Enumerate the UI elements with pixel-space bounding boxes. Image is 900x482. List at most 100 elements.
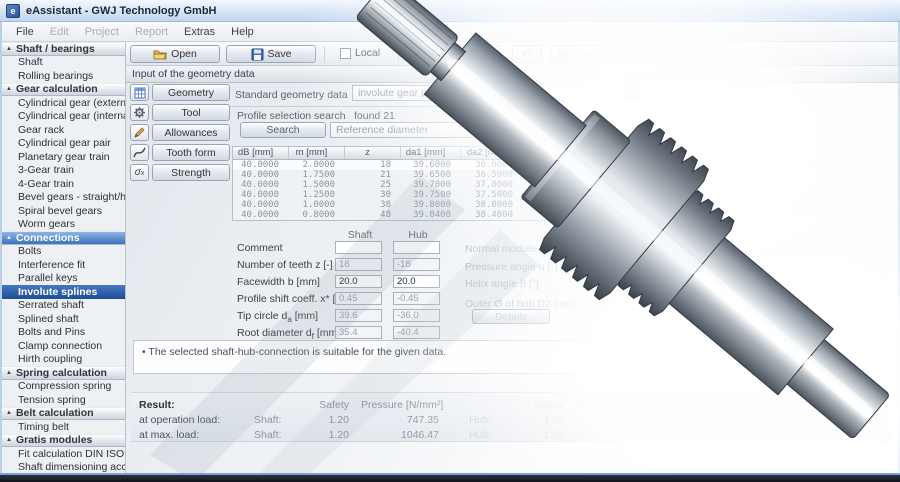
shaft-value-input[interactable]: 18 [335,258,382,271]
sidebar-item[interactable]: ▲ Bolts [2,245,125,259]
sidebar-item[interactable]: ▲ Spring calculation [2,366,125,380]
save-button[interactable]: Save [226,45,316,63]
sidebar-item[interactable]: ▲ Cylindrical gear pair [2,137,125,151]
hub-value-input[interactable]: -36.0 [393,309,440,322]
report-button[interactable]: Report [614,45,674,63]
allowances-icon-button[interactable] [130,124,149,141]
sidebar-item-label: Serrated shaft [18,299,84,311]
sidebar-item[interactable]: ▲ Shaft dimensioning accor... [2,461,125,475]
undo-button[interactable]: ↶ [512,45,542,63]
strength-icon-button[interactable]: σx [130,164,149,181]
col-header[interactable]: z [345,147,401,159]
sidebar-item[interactable]: ▲ Planetary gear train [2,150,125,164]
menu-item[interactable]: File [8,24,42,40]
sidebar-item[interactable]: ▲ Gratis modules [2,434,125,448]
menu-item[interactable]: Report [127,24,176,40]
sidebar-item-label: Gear calculation [16,83,98,95]
table-row[interactable]: 40.0000 1.2500 30 39.7500 37.5000 [233,190,643,200]
sidebar-item[interactable]: ▲ Gear calculation [2,83,125,97]
allowances-button[interactable]: Allowances [152,124,230,141]
options-button[interactable]: Options [682,45,748,63]
tool-button[interactable]: Tool [152,104,230,121]
sidebar-item-label: Parallel keys [18,272,78,284]
hub-value-input[interactable]: -0.45 [393,292,440,305]
sidebar-item[interactable]: ▲ Shaft / bearings [2,42,125,56]
col-header[interactable]: dB [mm] [233,147,289,159]
table-row[interactable]: 40.0000 1.0000 38 39.8000 38.0000 [233,200,643,210]
open-button[interactable]: Open [130,45,220,63]
shaft-value-input[interactable] [335,241,382,254]
standard-profile-value: involute gear profile acc. to DIN 5480 [358,87,531,99]
menu-item[interactable]: Help [223,24,262,40]
hub-value-input[interactable] [393,241,440,254]
sidebar-item[interactable]: ▲ Serrated shaft [2,299,125,313]
cad-button[interactable]: CAD [550,45,606,63]
col-header[interactable]: da1 [mm] [401,147,461,159]
hub-value-input[interactable]: -40.4 [393,326,440,339]
sidebar-item-label: Connections [16,232,80,244]
hub-value-input[interactable]: -18 [393,258,440,271]
sidebar-item[interactable]: ▲ Splined shaft [2,312,125,326]
sidebar-item-label: Bevel gears - straight/helical [18,191,126,203]
sidebar-item[interactable]: ▲ Compression spring [2,380,125,394]
tooth-form-button[interactable]: Tooth form [152,144,230,161]
geometry-button[interactable]: Geometry [152,84,230,101]
sidebar-item-label: Rolling bearings [18,70,93,82]
sidebar-item[interactable]: ▲ Spiral bevel gears [2,204,125,218]
sidebar-item[interactable]: ▲ Timing belt [2,420,125,434]
strength-button[interactable]: Strength [152,164,230,181]
sidebar-item[interactable]: ▲ Shaft [2,56,125,70]
sidebar-item[interactable]: ▲ Connections [2,231,125,245]
shaft-value-input[interactable]: 39.6 [335,309,382,322]
sidebar-item[interactable]: ▲ Cylindrical gear (internal) [2,110,125,124]
standard-profile-dropdown[interactable]: involute gear profile acc. to DIN 5480 ▼ [352,85,640,101]
sidebar-item[interactable]: ▲ Fit calculation DIN ISO 286 [2,447,125,461]
col-header[interactable]: da2 [mm] [461,147,523,159]
table-row[interactable]: 40.0000 1.7500 21 39.6500 36.5000 [233,170,643,180]
sidebar-item-label: Shaft [18,56,43,68]
search-button[interactable]: Search [240,122,326,138]
col-header[interactable]: m [mm] [289,147,345,159]
menu-item[interactable]: Edit [42,24,77,40]
sidebar-item[interactable]: ▲ Rolling bearings [2,69,125,83]
sidebar-item[interactable]: ▲ Involute splines [2,285,125,299]
table-row[interactable]: 40.0000 1.5000 25 39.7000 37.0000 [233,180,643,190]
tooth-form-icon-button[interactable] [130,144,149,161]
reference-diameter-dropdown[interactable]: Reference diameter ▼ [330,122,530,138]
sidebar-item[interactable]: ▲ Tension spring [2,393,125,407]
local-checkbox[interactable] [340,48,351,59]
menu-item[interactable]: Project [77,24,127,40]
menu-item[interactable]: Extras [176,24,223,40]
sidebar-item[interactable]: ▲ Worm gears [2,218,125,232]
sidebar-item[interactable]: ▲ 3-Gear train [2,164,125,178]
sidebar-item[interactable]: ▲ Cylindrical gear (external) [2,96,125,110]
tool-icon-button[interactable] [130,104,149,121]
field-label: Root diameter df [mm] [237,327,340,341]
shaft-value-input[interactable]: 35.4 [335,326,382,339]
triangle-icon: ▲ [6,410,12,416]
table-row[interactable]: 40.0000 0.8000 48 39.8400 38.4000 [233,210,643,220]
details-button[interactable]: Details [472,309,550,324]
sidebar-item[interactable]: ▲ Clamp connection [2,339,125,353]
geometry-icon-button[interactable] [130,84,149,101]
safety-header-hub: Safety [514,399,564,411]
down-arrow-icon[interactable]: ▼ [623,87,638,99]
down-arrow-icon[interactable]: ▼ [513,124,528,136]
sidebar-item-label: Fit calculation DIN ISO 286 [18,448,126,460]
sidebar-item[interactable]: ▲ Bolts and Pins [2,326,125,340]
shaft-value-input[interactable]: 0.45 [335,292,382,305]
sidebar-item[interactable]: ▲ Belt calculation [2,407,125,421]
calculate-button[interactable]: Calculate [408,45,500,63]
sidebar-item[interactable]: ▲ 4-Gear train [2,177,125,191]
profile-selection-label: Profile selection search [237,110,346,122]
sidebar-item[interactable]: ▲ Gear rack [2,123,125,137]
sidebar-item[interactable]: ▲ Parallel keys [2,272,125,286]
sidebar-item-label: Cylindrical gear (internal) [18,110,126,122]
hub-value-input[interactable]: 20.0 [393,275,440,288]
sidebar-item[interactable]: ▲ Bevel gears - straight/helical [2,191,125,205]
sidebar-item[interactable]: ▲ Interference fit [2,258,125,272]
table-row[interactable]: 40.0000 2.0000 18 39.6000 36.0000 [233,160,643,170]
shaft-value-input[interactable]: 20.0 [335,275,382,288]
local-label: Local [355,47,380,59]
sidebar-item[interactable]: ▲ Hirth coupling [2,353,125,367]
